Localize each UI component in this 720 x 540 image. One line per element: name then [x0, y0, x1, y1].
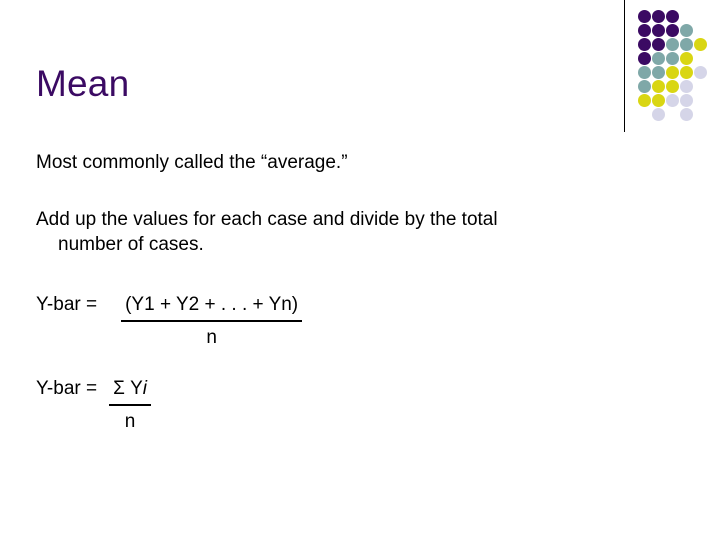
deco-dot-lavender — [680, 108, 693, 121]
slide-canvas: Mean Most commonly called the “average.”… — [0, 0, 720, 540]
deco-dot-purple — [652, 38, 665, 51]
formula-2-fraction: Σ Yi n — [109, 376, 152, 434]
paragraph-calculation-instructions: Add up the values for each case and divi… — [36, 207, 636, 257]
formula-1-denominator: n — [206, 327, 217, 348]
deco-dot-purple — [666, 24, 679, 37]
deco-dot-purple — [638, 38, 651, 51]
paragraph-line-1: Add up the values for each case and divi… — [36, 209, 498, 230]
deco-dot-yellow — [652, 80, 665, 93]
formula-2-numerator-index: i — [142, 378, 148, 399]
deco-dot-lavender — [680, 94, 693, 107]
deco-dot-lavender — [680, 80, 693, 93]
formula-1-numerator: (Y1 + Y2 + . . . + Yn) — [121, 292, 303, 322]
page-title: Mean — [36, 63, 130, 104]
deco-dot-purple — [638, 52, 651, 65]
deco-dot-teal — [638, 66, 651, 79]
deco-dot-yellow — [652, 94, 665, 107]
deco-dot-lavender — [666, 94, 679, 107]
deco-dot-teal — [652, 52, 665, 65]
deco-dot-purple — [638, 24, 651, 37]
formula-1-fraction: (Y1 + Y2 + . . . + Yn) n — [121, 292, 303, 350]
formula-2-numerator: Σ Yi — [109, 376, 152, 406]
body-text-block: Most commonly called the “average.” Add … — [36, 150, 636, 257]
formula-1-lhs: Y-bar = — [36, 294, 98, 315]
deco-dot-teal — [652, 66, 665, 79]
deco-dot-teal — [666, 52, 679, 65]
formula-mean-expanded: Y-bar = (Y1 + Y2 + . . . + Yn) n — [36, 292, 303, 350]
deco-dot-purple — [666, 10, 679, 23]
deco-dot-yellow — [666, 66, 679, 79]
deco-dot-purple — [652, 10, 665, 23]
formula-mean-sigma: Y-bar = Σ Yi n — [36, 376, 152, 434]
deco-dot-lavender — [694, 66, 707, 79]
paragraph-line-2: number of cases. — [58, 234, 204, 255]
deco-dot-teal — [680, 24, 693, 37]
deco-dot-yellow — [666, 80, 679, 93]
deco-dot-yellow — [680, 66, 693, 79]
dot-grid-decoration — [624, 0, 720, 136]
deco-dot-teal — [680, 38, 693, 51]
formula-2-denominator: n — [124, 411, 136, 432]
deco-dot-teal — [638, 80, 651, 93]
deco-dot-purple — [638, 10, 651, 23]
deco-dot-lavender — [652, 108, 665, 121]
deco-dot-yellow — [638, 94, 651, 107]
deco-dot-teal — [666, 38, 679, 51]
deco-dot-yellow — [694, 38, 707, 51]
deco-dot-purple — [652, 24, 665, 37]
formula-2-lhs: Y-bar = — [36, 378, 98, 399]
formula-2-numerator-sigma: Σ Y — [113, 378, 143, 399]
paragraph-average-definition: Most commonly called the “average.” — [36, 152, 348, 173]
deco-dot-yellow — [680, 52, 693, 65]
vertical-rule — [624, 0, 625, 132]
